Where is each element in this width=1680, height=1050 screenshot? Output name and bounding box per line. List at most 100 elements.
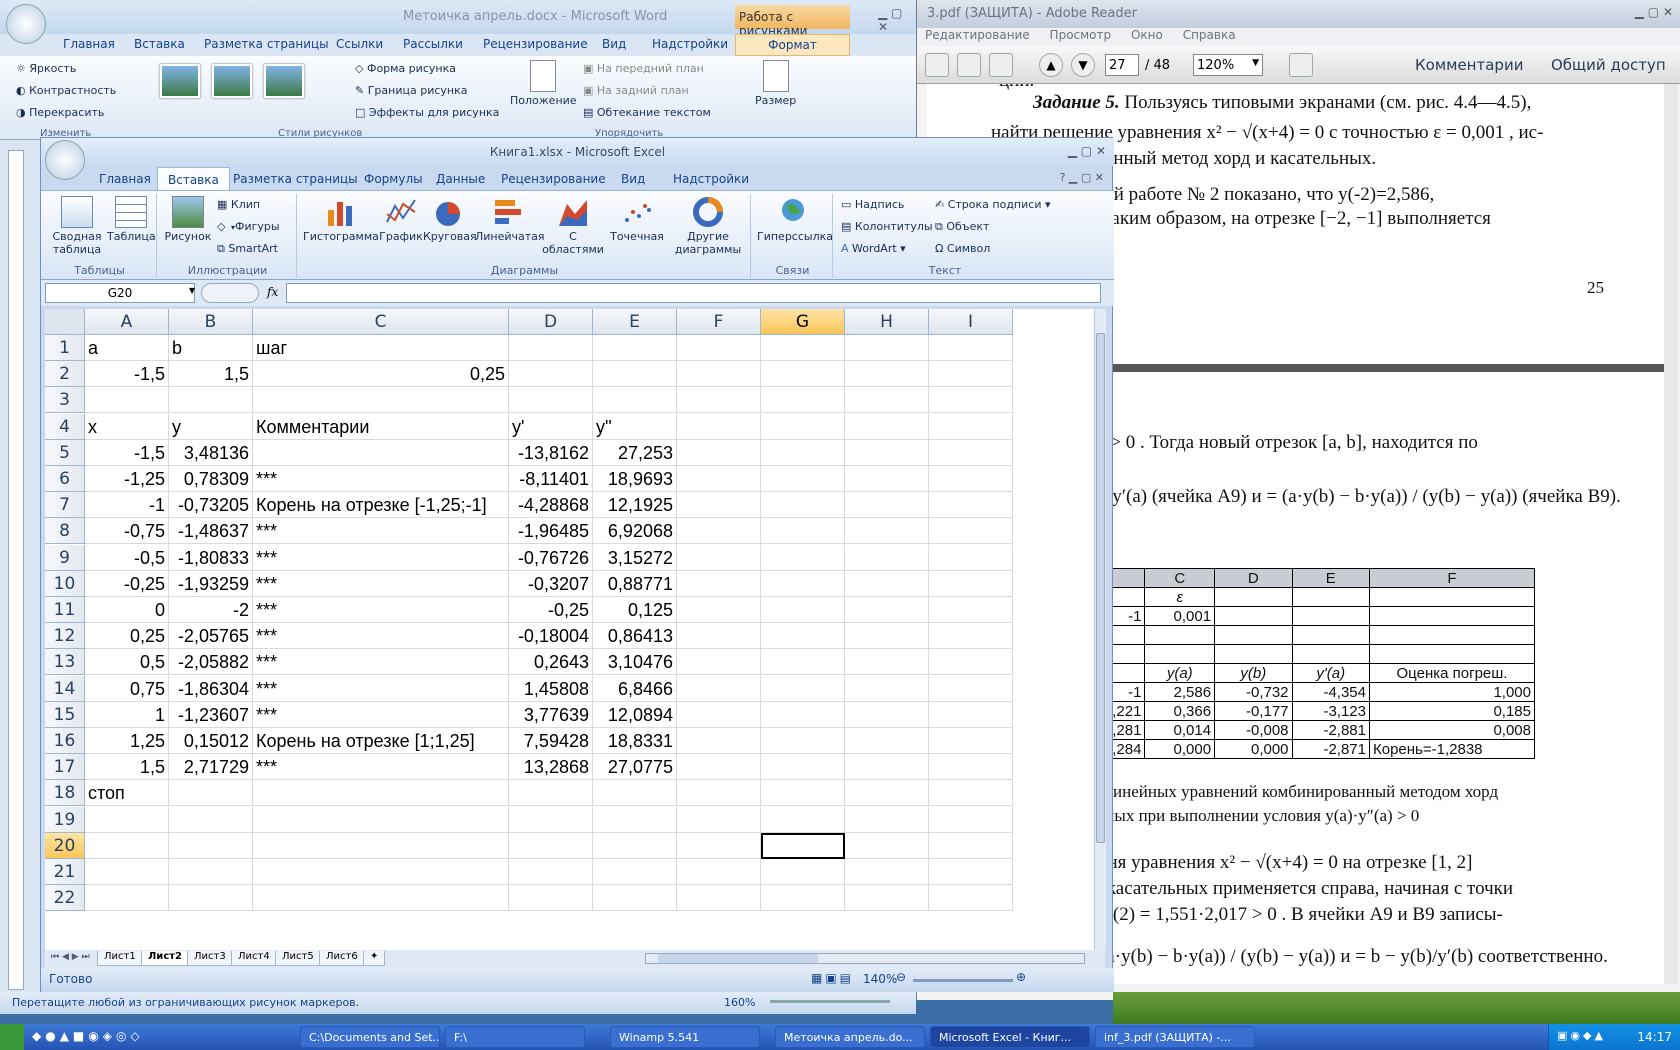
select-all-button[interactable]: [45, 309, 85, 335]
grid-cell[interactable]: [509, 885, 593, 912]
sheet-nav-arrows[interactable]: ⏮ ◀ ▶ ⏭: [51, 952, 90, 962]
grid-cell[interactable]: [677, 387, 761, 414]
grid-cell[interactable]: [761, 728, 845, 754]
word-tab-layout[interactable]: Разметка страницы: [204, 37, 329, 51]
grid-cell[interactable]: [677, 518, 761, 545]
taskbar-item-drive[interactable]: F:\: [445, 1026, 585, 1048]
formula-input[interactable]: [286, 283, 1101, 303]
grid-cell[interactable]: 0,2643: [509, 649, 593, 676]
grid-cell[interactable]: [85, 387, 169, 414]
word-zoom-slider[interactable]: [770, 1000, 890, 1003]
grid-cell[interactable]: [253, 780, 509, 807]
grid-cell[interactable]: ***: [253, 597, 509, 623]
grid-cell[interactable]: -1,80833: [169, 544, 253, 571]
grid-cell[interactable]: ***: [253, 466, 509, 492]
row-header[interactable]: 19: [45, 806, 85, 833]
excel-tab-data[interactable]: Данные: [436, 172, 485, 186]
grid-cell[interactable]: 12,0894: [593, 701, 677, 728]
grid-cell[interactable]: [845, 754, 929, 781]
column-header-h[interactable]: H: [845, 309, 929, 335]
grid-cell[interactable]: [761, 885, 845, 912]
grid-cell[interactable]: 3,10476: [593, 649, 677, 676]
grid-cell[interactable]: [169, 387, 253, 414]
grid-cell[interactable]: [845, 728, 929, 754]
grid-cell[interactable]: -0,5: [85, 544, 169, 571]
grid-cell[interactable]: -2,05765: [169, 623, 253, 650]
row-header[interactable]: 17: [45, 754, 85, 781]
grid-cell[interactable]: [929, 885, 1013, 912]
name-box-dropdown-icon[interactable]: ▼: [189, 286, 195, 295]
grid-cell[interactable]: [253, 832, 509, 859]
grid-cell[interactable]: b: [169, 335, 253, 361]
excel-tab-formulas[interactable]: Формулы: [364, 172, 423, 186]
grid-cell[interactable]: [677, 466, 761, 492]
grid-cell[interactable]: 0,125: [593, 597, 677, 623]
zoom-in-icon[interactable]: ⊕: [1016, 970, 1026, 984]
reader-window-controls[interactable]: ▁ ▢ ✕: [1635, 5, 1673, 19]
grid-cell[interactable]: [845, 361, 929, 388]
column-header-f[interactable]: F: [677, 309, 761, 335]
grid-cell[interactable]: 6,92068: [593, 518, 677, 545]
column-header-e[interactable]: E: [593, 309, 677, 335]
bar-chart-button[interactable]: Линейчатая: [475, 196, 545, 243]
grid-cell[interactable]: [929, 859, 1013, 885]
excel-tab-insert[interactable]: Вставка: [157, 167, 230, 190]
grid-cell[interactable]: [845, 832, 929, 859]
grid-cell[interactable]: [929, 387, 1013, 414]
grid-cell[interactable]: ***: [253, 649, 509, 676]
grid-cell[interactable]: ***: [253, 623, 509, 650]
grid-cell[interactable]: [929, 675, 1013, 702]
grid-cell[interactable]: [169, 859, 253, 885]
grid-cell[interactable]: -2,05882: [169, 649, 253, 676]
row-header[interactable]: 21: [45, 859, 85, 885]
grid-cell[interactable]: [845, 780, 929, 807]
grid-cell[interactable]: 1,5: [85, 754, 169, 781]
grid-cell[interactable]: -1,96485: [509, 518, 593, 545]
print-icon[interactable]: [957, 53, 981, 77]
picture-style-thumb[interactable]: [160, 64, 200, 98]
sheet-tab[interactable]: Лист3: [187, 951, 233, 966]
grid-cell[interactable]: 12,1925: [593, 492, 677, 519]
grid-cell[interactable]: [929, 492, 1013, 519]
scatter-chart-button[interactable]: Точечная: [607, 196, 667, 243]
grid-cell[interactable]: [593, 885, 677, 912]
grid-cell[interactable]: [845, 701, 929, 728]
grid-cell[interactable]: 3,48136: [169, 439, 253, 466]
grid-cell[interactable]: -1,25: [85, 466, 169, 492]
position-button[interactable]: Положение: [510, 60, 577, 107]
send-back-button[interactable]: ▣ На задний план: [583, 84, 689, 97]
grid-cell[interactable]: [593, 780, 677, 807]
grid-cell[interactable]: 0,88771: [593, 570, 677, 597]
grid-cell[interactable]: [509, 361, 593, 388]
grid-cell[interactable]: [677, 885, 761, 912]
reader-menu-help[interactable]: Справка: [1183, 28, 1236, 42]
grid-cell[interactable]: [677, 806, 761, 833]
grid-cell[interactable]: [509, 780, 593, 807]
grid-cell[interactable]: [845, 492, 929, 519]
grid-cell[interactable]: [929, 439, 1013, 466]
hyperlink-button[interactable]: Гиперссылка: [757, 196, 833, 243]
row-header[interactable]: 8: [45, 518, 85, 545]
clip-button[interactable]: ▦ Клип: [217, 198, 260, 211]
grid-cell[interactable]: ***: [253, 518, 509, 545]
grid-cell[interactable]: [677, 413, 761, 440]
grid-cell[interactable]: [845, 675, 929, 702]
page-number-input[interactable]: 27: [1105, 54, 1139, 76]
grid-cell[interactable]: 0,5: [85, 649, 169, 676]
grid-cell[interactable]: -1,48637: [169, 518, 253, 545]
grid-cell[interactable]: [677, 832, 761, 859]
grid-cell[interactable]: [509, 859, 593, 885]
grid-cell[interactable]: [761, 806, 845, 833]
grid-cell[interactable]: [677, 544, 761, 571]
grid-cell[interactable]: [761, 492, 845, 519]
fit-page-icon[interactable]: [1289, 53, 1313, 77]
grid-cell[interactable]: [929, 806, 1013, 833]
sheet-tab[interactable]: Лист1: [97, 951, 143, 966]
sheet-tab-active[interactable]: Лист2: [141, 951, 189, 966]
grid-cell[interactable]: [929, 413, 1013, 440]
grid-cell[interactable]: ***: [253, 754, 509, 781]
view-mode-buttons[interactable]: ▦▣▤: [811, 971, 854, 985]
grid-cell[interactable]: -1,23607: [169, 701, 253, 728]
column-header-a[interactable]: A: [85, 309, 169, 335]
grid-cell[interactable]: 1,45808: [509, 675, 593, 702]
